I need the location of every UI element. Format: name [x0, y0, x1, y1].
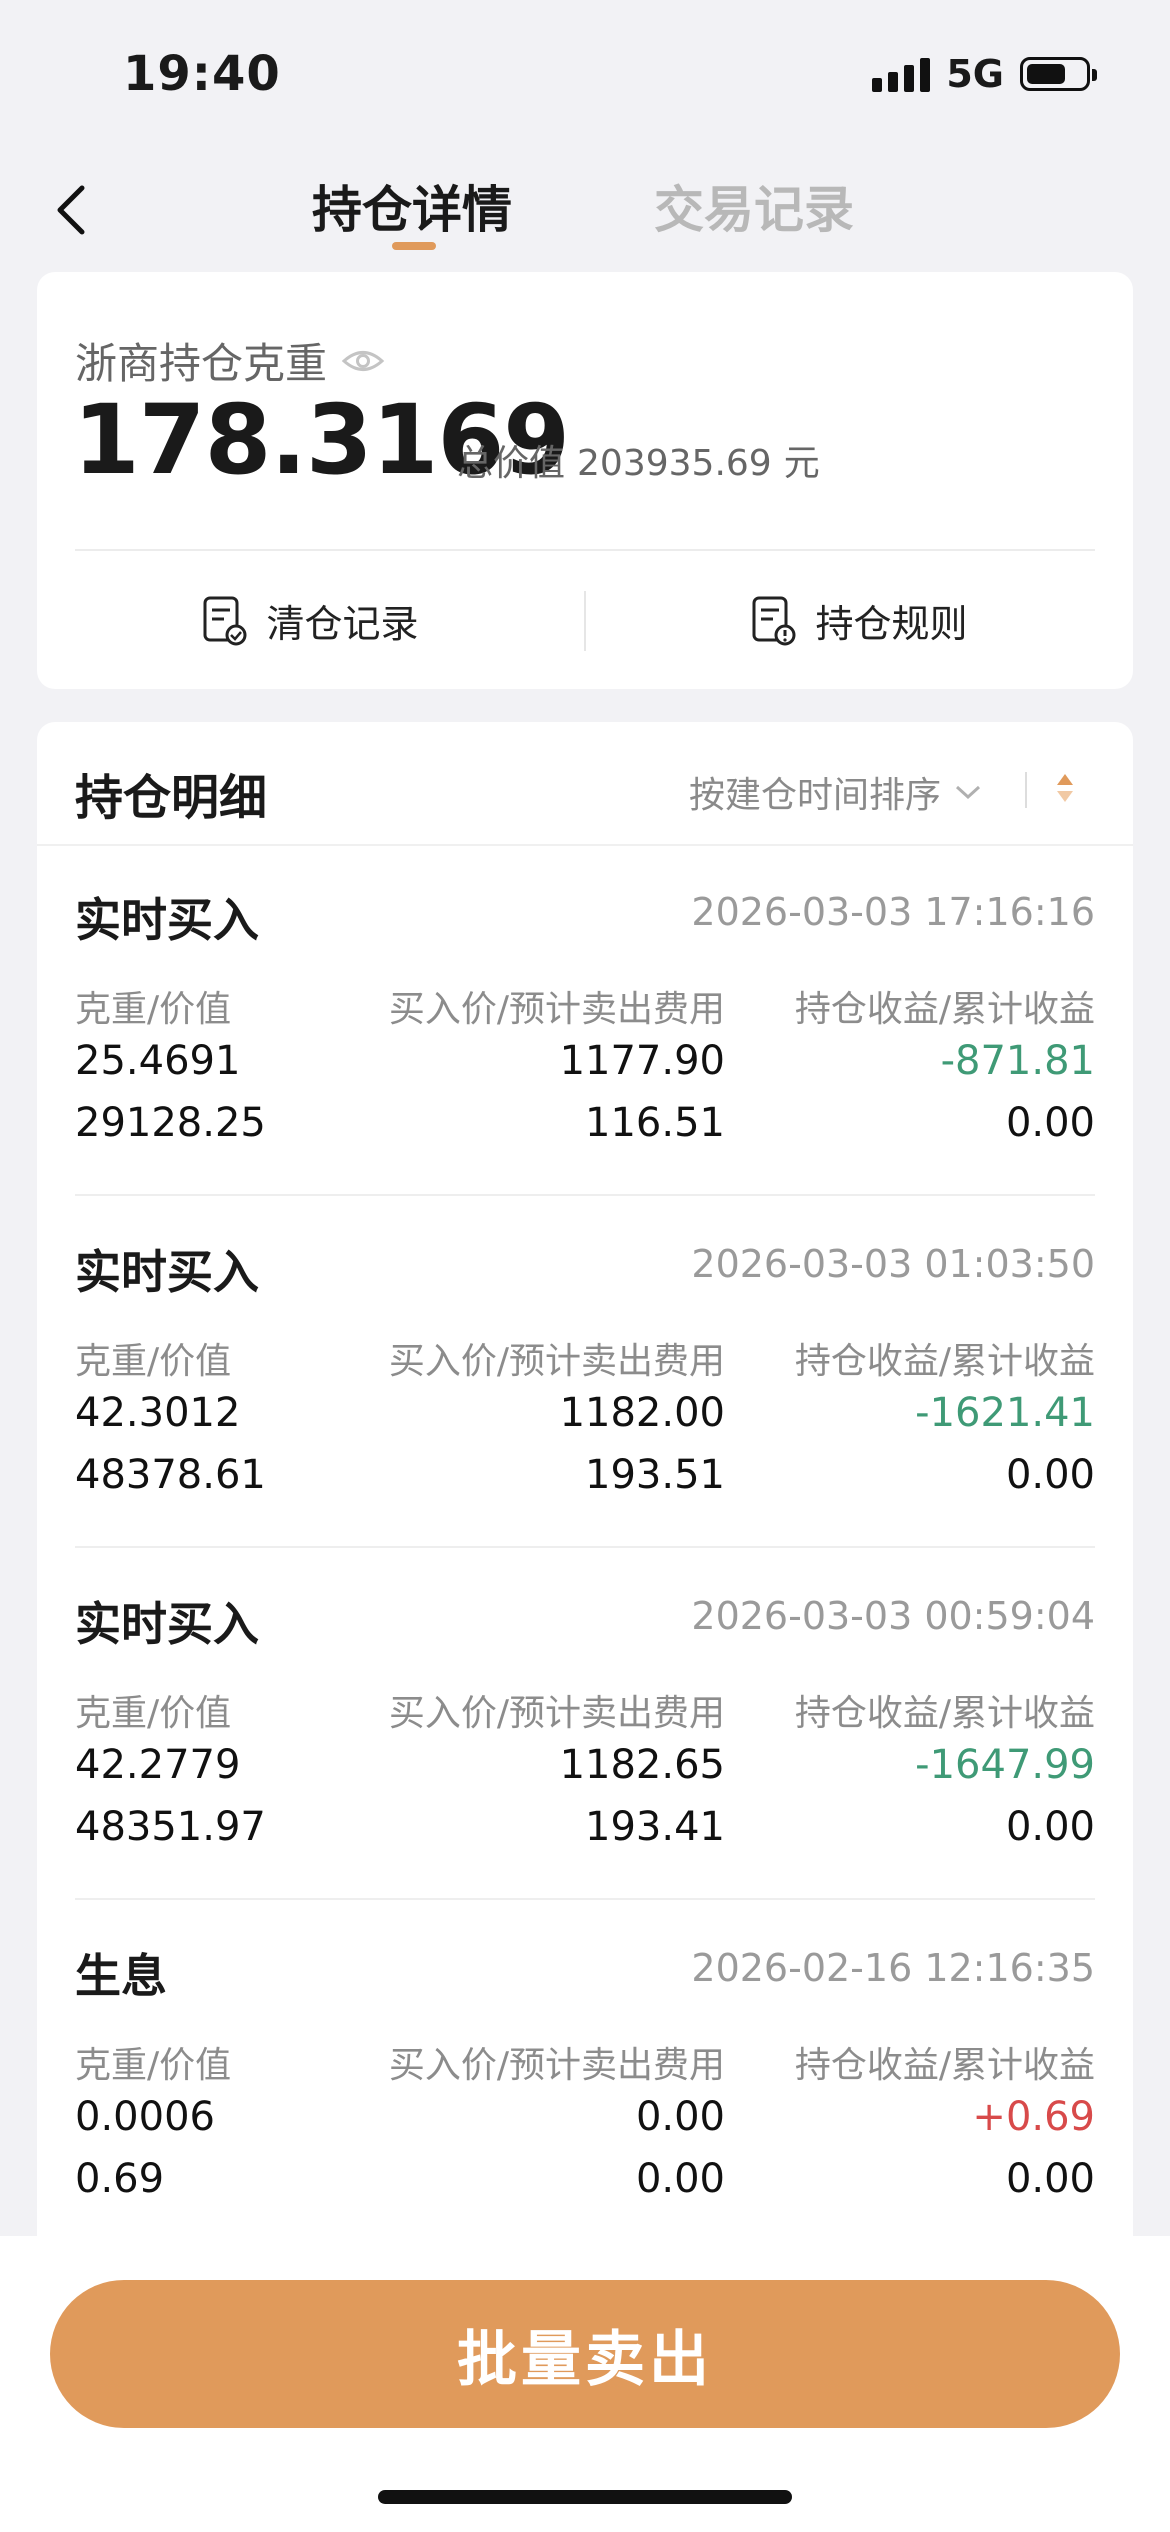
chevron-down-icon [955, 785, 981, 800]
record-type: 实时买入 [75, 1597, 259, 1651]
record-total-gain: 0.00 [1005, 1100, 1095, 1146]
status-bar: 19:40 5G [0, 0, 1170, 140]
bottom-action-bar: 批量卖出 [0, 2236, 1170, 2532]
record-weight: 42.2779 [75, 1742, 241, 1788]
holding-record[interactable]: 实时买入 2026-03-03 01:03:50 克重/价值 买入价/预计卖出费… [75, 1196, 1095, 1548]
record-buy-price: 0.00 [635, 2094, 725, 2140]
battery-icon [1020, 57, 1097, 91]
record-sell-fee: 0.00 [635, 2156, 725, 2202]
record-type: 实时买入 [75, 893, 259, 947]
network-type: 5G [946, 52, 1004, 96]
record-type: 生息 [75, 1949, 167, 2003]
col-header-gain: 持仓收益/累计收益 [794, 1693, 1095, 1734]
holding-rules-label: 持仓规则 [815, 602, 968, 646]
total-value-label: 总价值 [457, 443, 566, 484]
eye-icon[interactable] [341, 346, 385, 376]
batch-sell-button[interactable]: 批量卖出 [50, 2280, 1120, 2428]
holding-detail-card: 持仓明细 按建仓时间排序 实时买入 2026-03-03 17:16:16 克重… [37, 722, 1133, 2242]
record-value: 29128.25 [75, 1100, 266, 1146]
record-holding-gain: +0.69 [972, 2094, 1095, 2140]
record-weight: 25.4691 [75, 1038, 241, 1084]
signal-icon [872, 56, 931, 92]
home-indicator [378, 2490, 792, 2504]
record-sell-fee: 193.51 [585, 1452, 725, 1498]
record-buy-price: 1182.65 [559, 1742, 725, 1788]
status-time: 19:40 [123, 46, 281, 102]
holding-record[interactable]: 实时买入 2026-03-03 17:16:16 克重/价值 买入价/预计卖出费… [75, 844, 1095, 1196]
record-holding-gain: -1621.41 [915, 1390, 1095, 1436]
record-time: 2026-03-03 17:16:16 [691, 890, 1095, 934]
record-total-gain: 0.00 [1005, 2156, 1095, 2202]
record-buy-price: 1177.90 [559, 1038, 725, 1084]
total-value-unit: 元 [783, 443, 820, 484]
total-value: 203935.69 [577, 443, 772, 484]
holding-record[interactable]: 生息 2026-02-16 12:16:35 克重/价值 买入价/预计卖出费用 … [75, 1900, 1095, 2252]
record-time: 2026-02-16 12:16:35 [691, 1946, 1095, 1990]
record-holding-gain: -1647.99 [915, 1742, 1095, 1788]
record-time: 2026-03-03 01:03:50 [691, 1242, 1095, 1286]
col-header-price-fee: 买入价/预计卖出费用 [388, 989, 725, 1030]
col-header-price-fee: 买入价/预计卖出费用 [388, 2045, 725, 2086]
record-value: 0.69 [75, 2156, 165, 2202]
holding-summary-card: 浙商持仓克重 178.3169 总价值 203935.69 元 清仓记录 持仓规… [37, 272, 1133, 689]
col-header-gain: 持仓收益/累计收益 [794, 989, 1095, 1030]
record-total-gain: 0.00 [1005, 1804, 1095, 1850]
record-total-gain: 0.00 [1005, 1452, 1095, 1498]
record-sell-fee: 193.41 [585, 1804, 725, 1850]
record-value: 48351.97 [75, 1804, 266, 1850]
record-weight: 42.3012 [75, 1390, 241, 1436]
record-value: 48378.61 [75, 1452, 266, 1498]
tab-active-indicator [392, 242, 436, 250]
summary-title-row: 浙商持仓克重 [75, 330, 385, 391]
tab-trade-records[interactable]: 交易记录 [654, 170, 854, 242]
top-nav: 持仓详情 交易记录 [0, 160, 1170, 260]
record-weight: 0.0006 [75, 2094, 215, 2140]
clear-record-button[interactable]: 清仓记录 [37, 552, 584, 689]
col-header-price-fee: 买入价/预计卖出费用 [388, 1693, 725, 1734]
col-header-price-fee: 买入价/预计卖出费用 [388, 1341, 725, 1382]
detail-title: 持仓明细 [75, 770, 268, 826]
col-header-weight-value: 克重/价值 [75, 1341, 232, 1382]
sort-order-icon[interactable] [1053, 768, 1077, 808]
status-indicators: 5G [872, 52, 1097, 96]
col-header-gain: 持仓收益/累计收益 [794, 1341, 1095, 1382]
record-type: 实时买入 [75, 1245, 259, 1299]
record-buy-price: 1182.00 [559, 1390, 725, 1436]
divider [1025, 772, 1027, 808]
sort-dropdown[interactable]: 按建仓时间排序 [689, 766, 983, 818]
col-header-gain: 持仓收益/累计收益 [794, 2045, 1095, 2086]
divider [75, 549, 1095, 551]
summary-title: 浙商持仓克重 [75, 339, 328, 388]
sort-label: 按建仓时间排序 [688, 775, 941, 816]
record-sell-fee: 116.51 [585, 1100, 725, 1146]
clear-record-label: 清仓记录 [266, 602, 419, 646]
summary-actions: 清仓记录 持仓规则 [37, 552, 1133, 689]
col-header-weight-value: 克重/价值 [75, 2045, 232, 2086]
holding-rules-button[interactable]: 持仓规则 [586, 552, 1133, 689]
detail-header: 持仓明细 按建仓时间排序 [37, 722, 1133, 846]
holding-record[interactable]: 实时买入 2026-03-03 00:59:04 克重/价值 买入价/预计卖出费… [75, 1548, 1095, 1900]
rules-icon [752, 596, 796, 645]
tab-holding-detail[interactable]: 持仓详情 [312, 170, 512, 242]
col-header-weight-value: 克重/价值 [75, 989, 232, 1030]
col-header-weight-value: 克重/价值 [75, 1693, 232, 1734]
total-value-row: 总价值 203935.69 元 [451, 434, 826, 486]
record-holding-gain: -871.81 [940, 1038, 1095, 1084]
clear-record-icon [203, 596, 247, 645]
back-icon[interactable] [48, 180, 98, 240]
record-time: 2026-03-03 00:59:04 [691, 1594, 1095, 1638]
